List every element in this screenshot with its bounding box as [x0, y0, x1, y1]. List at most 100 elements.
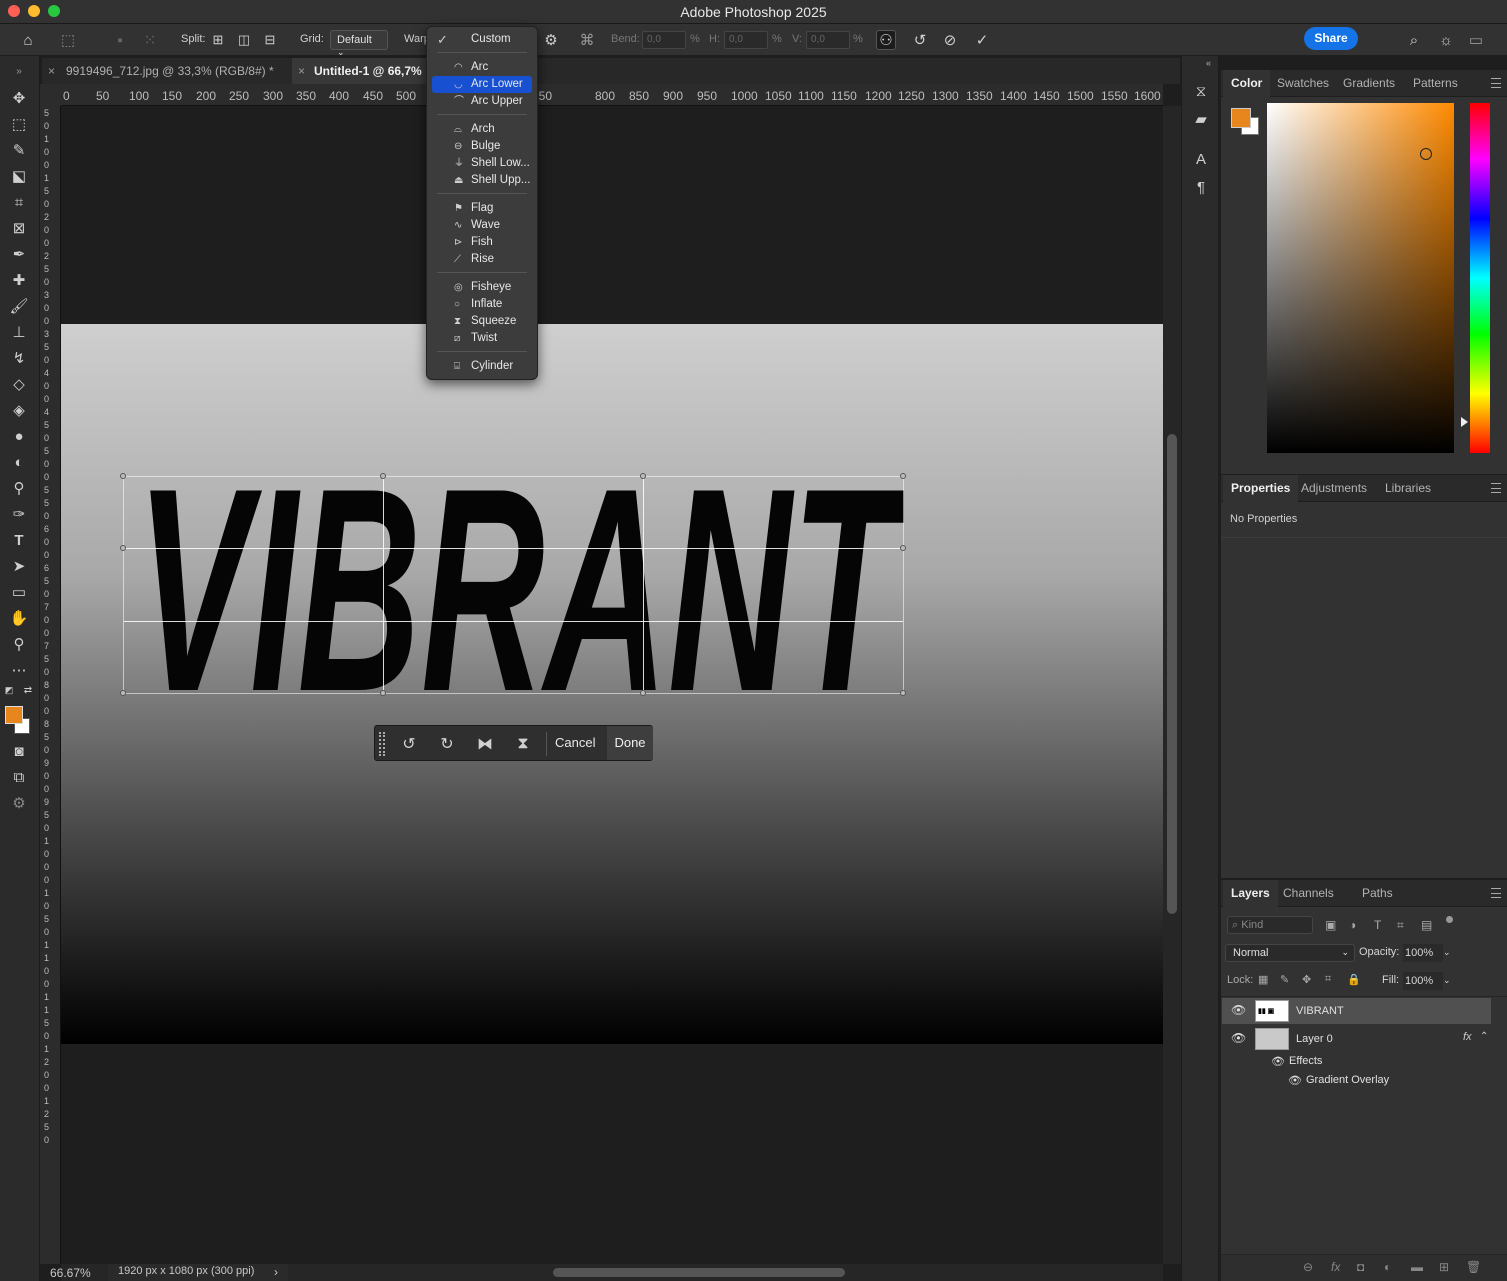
- drag-handle-icon[interactable]: [379, 732, 385, 756]
- swap-colors-icon[interactable]: ⇄: [22, 684, 34, 696]
- clone-stamp-tool-icon[interactable]: ⊥: [8, 321, 30, 343]
- zoom-tool-icon[interactable]: ⚲: [8, 633, 30, 655]
- color-picker-cursor[interactable]: [1420, 148, 1432, 160]
- rotate-right-icon[interactable]: ↻: [437, 734, 457, 754]
- layer-kind-filter[interactable]: ⌕ Kind: [1227, 916, 1313, 934]
- tab-channels[interactable]: Channels: [1275, 880, 1342, 907]
- hand-tool-icon[interactable]: ✋: [8, 607, 30, 629]
- gradient-overlay-row[interactable]: 👁 Gradient Overlay: [1222, 1071, 1491, 1091]
- frame-tool-icon[interactable]: ⊠: [8, 217, 30, 239]
- reference-point-icon[interactable]: ▪: [110, 30, 130, 50]
- warp-handle[interactable]: [380, 473, 386, 479]
- add-layer-style-icon[interactable]: fx: [1331, 1260, 1340, 1274]
- warp-option-shell-upper[interactable]: ⏏ Shell Upp...: [432, 172, 532, 189]
- v-distortion-input[interactable]: 0,0: [806, 31, 850, 49]
- default-colors-icon[interactable]: ◩: [3, 684, 15, 696]
- grid-points-icon[interactable]: ⁙: [140, 30, 160, 50]
- warp-option-arc[interactable]: ◠ Arc: [432, 59, 532, 76]
- h-distortion-input[interactable]: 0,0: [724, 31, 768, 49]
- switch-warp-transform-icon[interactable]: ⚇: [876, 30, 896, 50]
- warp-option-bulge[interactable]: ⊖ Bulge: [432, 138, 532, 155]
- share-button[interactable]: Share: [1304, 27, 1358, 50]
- layer-row-layer-0[interactable]: 👁 Layer 0 fx ⌃: [1222, 1026, 1491, 1052]
- screen-mode-icon[interactable]: ⧉: [8, 766, 30, 788]
- warp-option-squeeze[interactable]: ⧗ Squeeze: [432, 313, 532, 330]
- vertical-scrollbar[interactable]: [1163, 106, 1181, 1264]
- visibility-eye-icon[interactable]: 👁: [1271, 1055, 1285, 1068]
- transform-tool-preset-icon[interactable]: ⬚: [58, 30, 78, 50]
- lock-pixels-icon[interactable]: ✎: [1280, 973, 1289, 986]
- adjustment-filter-icon[interactable]: ◑: [1349, 918, 1356, 932]
- lock-all-icon[interactable]: 🔒: [1347, 973, 1361, 986]
- warp-option-inflate[interactable]: ○ Inflate: [432, 296, 532, 313]
- new-layer-icon[interactable]: ⊞: [1439, 1260, 1449, 1274]
- flip-vertical-icon[interactable]: ⧗: [513, 734, 533, 754]
- reset-icon[interactable]: ↺: [910, 30, 930, 50]
- layer-name[interactable]: Layer 0: [1296, 1033, 1333, 1045]
- flip-horizontal-icon[interactable]: ⧓: [475, 734, 495, 754]
- shape-filter-icon[interactable]: ⌗: [1397, 918, 1404, 933]
- smart-object-filter-icon[interactable]: ▤: [1421, 918, 1432, 932]
- settings-gear-icon[interactable]: ⚙: [541, 30, 561, 50]
- eyedropper-tool-icon[interactable]: ✒: [8, 243, 30, 265]
- move-tool-icon[interactable]: ✥: [8, 87, 30, 109]
- type-filter-icon[interactable]: T: [1374, 918, 1381, 932]
- warp-option-arch[interactable]: ⌓ Arch: [432, 121, 532, 138]
- visibility-eye-icon[interactable]: 👁: [1288, 1074, 1302, 1087]
- foreground-color-swatch[interactable]: [5, 706, 23, 724]
- layer-name[interactable]: VIBRANT: [1296, 1005, 1344, 1017]
- lock-artboard-icon[interactable]: ⌗: [1325, 973, 1331, 986]
- tab-gradients[interactable]: Gradients: [1335, 70, 1403, 97]
- warp-handle[interactable]: [900, 690, 906, 696]
- effects-row[interactable]: 👁 Effects: [1222, 1052, 1491, 1072]
- close-tab-icon[interactable]: ×: [298, 58, 305, 84]
- fill-input[interactable]: 100%: [1403, 972, 1443, 990]
- collapse-effects-icon[interactable]: ⌃: [1480, 1031, 1488, 1042]
- split-horizontal-icon[interactable]: ⊟: [260, 30, 280, 50]
- expand-toolbox-icon[interactable]: »: [8, 60, 30, 82]
- blur-tool-icon[interactable]: ●: [8, 425, 30, 447]
- warp-option-wave[interactable]: ∿ Wave: [432, 217, 532, 234]
- warp-option-twist[interactable]: ⧄ Twist: [432, 330, 532, 347]
- pixel-filter-icon[interactable]: ▣: [1325, 918, 1336, 932]
- foreground-color-chip[interactable]: [1231, 108, 1251, 128]
- warp-bounding-box[interactable]: [120, 473, 906, 696]
- search-icon[interactable]: ⌕: [1404, 30, 1424, 50]
- hue-slider[interactable]: [1470, 103, 1490, 453]
- tab-swatches[interactable]: Swatches: [1269, 70, 1337, 97]
- new-group-icon[interactable]: ▬: [1411, 1260, 1423, 1274]
- zoom-level[interactable]: 66.67%: [50, 1266, 91, 1280]
- warp-option-fisheye[interactable]: ◎ Fisheye: [432, 279, 532, 296]
- quick-selection-tool-icon[interactable]: ✎: [8, 139, 30, 161]
- layer-effects-icon[interactable]: fx: [1463, 1031, 1472, 1043]
- warp-handle[interactable]: [640, 473, 646, 479]
- warp-handle[interactable]: [120, 545, 126, 551]
- paint-bucket-tool-icon[interactable]: ◈: [8, 399, 30, 421]
- warp-option-shell-lower[interactable]: ⏚ Shell Low...: [432, 155, 532, 172]
- history-brush-tool-icon[interactable]: ↯: [8, 347, 30, 369]
- marquee-tool-icon[interactable]: ⬚: [8, 113, 30, 135]
- workspace-icon[interactable]: ▭: [1466, 30, 1486, 50]
- character-icon[interactable]: A: [1190, 148, 1212, 170]
- tab-9919496[interactable]: × 9919496_712.jpg @ 33,3% (RGB/8#) *: [42, 58, 290, 84]
- warp-handle[interactable]: [900, 545, 906, 551]
- bend-input[interactable]: 0,0: [642, 31, 686, 49]
- warp-option-arc-lower[interactable]: ◡ Arc Lower: [432, 76, 532, 93]
- visibility-eye-icon[interactable]: 👁: [1231, 1031, 1246, 1045]
- tab-patterns[interactable]: Patterns: [1405, 70, 1466, 97]
- discover-lightbulb-icon[interactable]: ☼: [1436, 30, 1456, 50]
- brush-tool-icon[interactable]: 🖌: [8, 295, 30, 317]
- eraser-tool-icon[interactable]: ◇: [8, 373, 30, 395]
- warp-option-rise[interactable]: ⟋ Rise: [432, 251, 532, 268]
- healing-brush-tool-icon[interactable]: ✚: [8, 269, 30, 291]
- panel-menu-icon[interactable]: [1491, 888, 1501, 898]
- tab-color[interactable]: Color: [1223, 70, 1271, 97]
- panel-menu-icon[interactable]: [1491, 78, 1501, 88]
- status-expand-icon[interactable]: ›: [274, 1265, 278, 1279]
- warp-handle[interactable]: [120, 473, 126, 479]
- warp-handle[interactable]: [380, 690, 386, 696]
- lock-transparent-icon[interactable]: ▦: [1258, 973, 1268, 986]
- opacity-dropdown-icon[interactable]: ⌄: [1443, 947, 1451, 958]
- rectangle-tool-icon[interactable]: ▭: [8, 581, 30, 603]
- warp-option-arc-upper[interactable]: ⌒ Arc Upper: [432, 93, 532, 110]
